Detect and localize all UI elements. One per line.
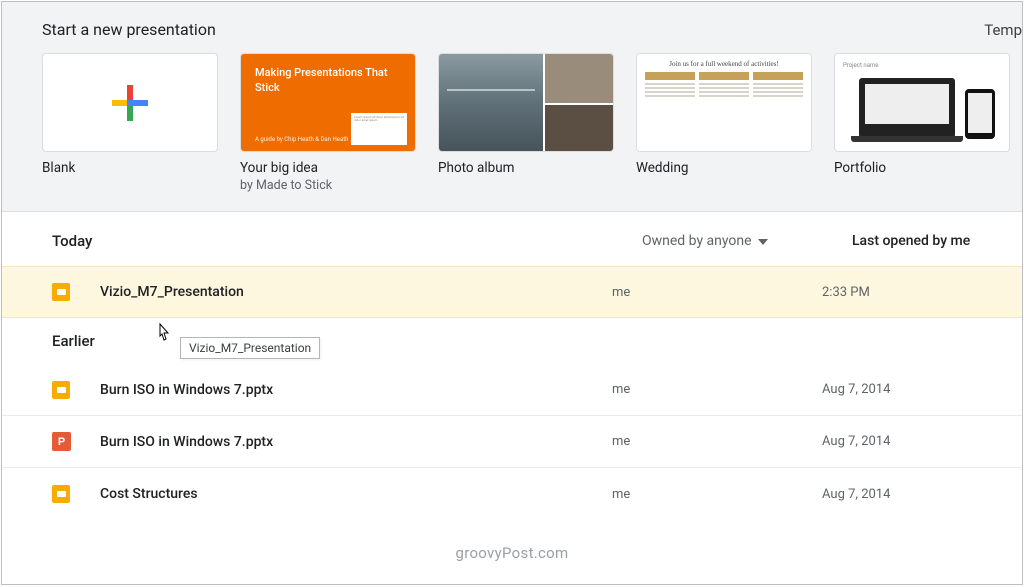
photo-placeholder (439, 54, 543, 152)
template-portfolio[interactable]: Project name Portfolio (834, 53, 1010, 193)
file-date: Aug 7, 2014 (822, 487, 982, 502)
file-row[interactable]: Vizio_M7_Presentation me 2:33 PM (2, 266, 1022, 318)
file-row[interactable]: Burn ISO in Windows 7.pptx me Aug 7, 201… (2, 364, 1022, 416)
template-wedding[interactable]: Join us for a full weekend of activities… (636, 53, 812, 193)
template-label: Blank (42, 160, 218, 176)
bigidea-slide-sub: A guide by Chip Heath & Dan Heath (255, 136, 348, 143)
file-owner: me (612, 487, 822, 502)
file-owner: me (612, 434, 822, 449)
template-wedding-thumb[interactable]: Join us for a full weekend of activities… (636, 53, 812, 152)
template-big-idea[interactable]: Making Presentations That Stick A guide … (240, 53, 416, 193)
template-label: Your big idea (240, 160, 416, 176)
file-name: Burn ISO in Windows 7.pptx (100, 434, 612, 450)
template-blank-thumb[interactable] (42, 53, 218, 152)
slides-file-icon (52, 283, 70, 301)
template-label: Wedding (636, 160, 812, 176)
photo-placeholder (545, 105, 614, 153)
template-gallery: Start a new presentation Temp (2, 2, 1022, 212)
gallery-title: Start a new presentation (42, 20, 216, 39)
file-name: Vizio_M7_Presentation (100, 284, 612, 300)
file-name: Burn ISO in Windows 7.pptx (100, 382, 612, 398)
photo-placeholder (545, 54, 614, 103)
phone-graphic (965, 89, 995, 139)
owner-filter-label: Owned by anyone (642, 233, 752, 249)
template-portfolio-thumb[interactable]: Project name (834, 53, 1010, 152)
template-subtitle: by Made to Stick (240, 178, 416, 193)
file-row[interactable]: P Burn ISO in Windows 7.pptx me Aug 7, 2… (2, 416, 1022, 468)
wedding-slide-title: Join us for a full weekend of activities… (669, 60, 778, 68)
chevron-down-icon (758, 233, 768, 249)
file-name: Cost Structures (100, 486, 612, 502)
template-label: Portfolio (834, 160, 1010, 176)
laptop-graphic (859, 78, 955, 138)
file-date: Aug 7, 2014 (822, 434, 982, 449)
section-label-earlier: Earlier (2, 318, 1022, 364)
file-date: Aug 7, 2014 (822, 382, 982, 397)
bigidea-note: Lorem ipsum sit dolor amet ipsum sit dol… (351, 113, 407, 145)
slides-file-icon (52, 485, 70, 503)
portfolio-slide-title: Project name (843, 62, 1001, 69)
watermark-text: groovyPost.com (2, 544, 1022, 562)
template-big-idea-thumb[interactable]: Making Presentations That Stick A guide … (240, 53, 416, 152)
hover-tooltip: Vizio_M7_Presentation (180, 337, 320, 359)
plus-icon (110, 83, 150, 123)
owner-filter-dropdown[interactable]: Owned by anyone (642, 233, 852, 249)
template-label: Photo album (438, 160, 614, 176)
template-photo-album-thumb[interactable] (438, 53, 614, 152)
template-photo-album[interactable]: Photo album (438, 53, 614, 193)
powerpoint-file-icon: P (52, 432, 71, 451)
bigidea-slide-title: Making Presentations That Stick (255, 66, 401, 96)
sort-column-header[interactable]: Last opened by me (852, 233, 970, 249)
file-date: 2:33 PM (822, 285, 982, 300)
slides-file-icon (52, 381, 70, 399)
list-header: Today Owned by anyone Last opened by me (2, 212, 1022, 266)
file-owner: me (612, 382, 822, 397)
file-owner: me (612, 285, 822, 300)
template-blank[interactable]: Blank (42, 53, 218, 193)
section-label-today: Today (52, 232, 642, 250)
file-row[interactable]: Cost Structures me Aug 7, 2014 (2, 468, 1022, 520)
template-gallery-more-link[interactable]: Temp (984, 21, 1022, 39)
